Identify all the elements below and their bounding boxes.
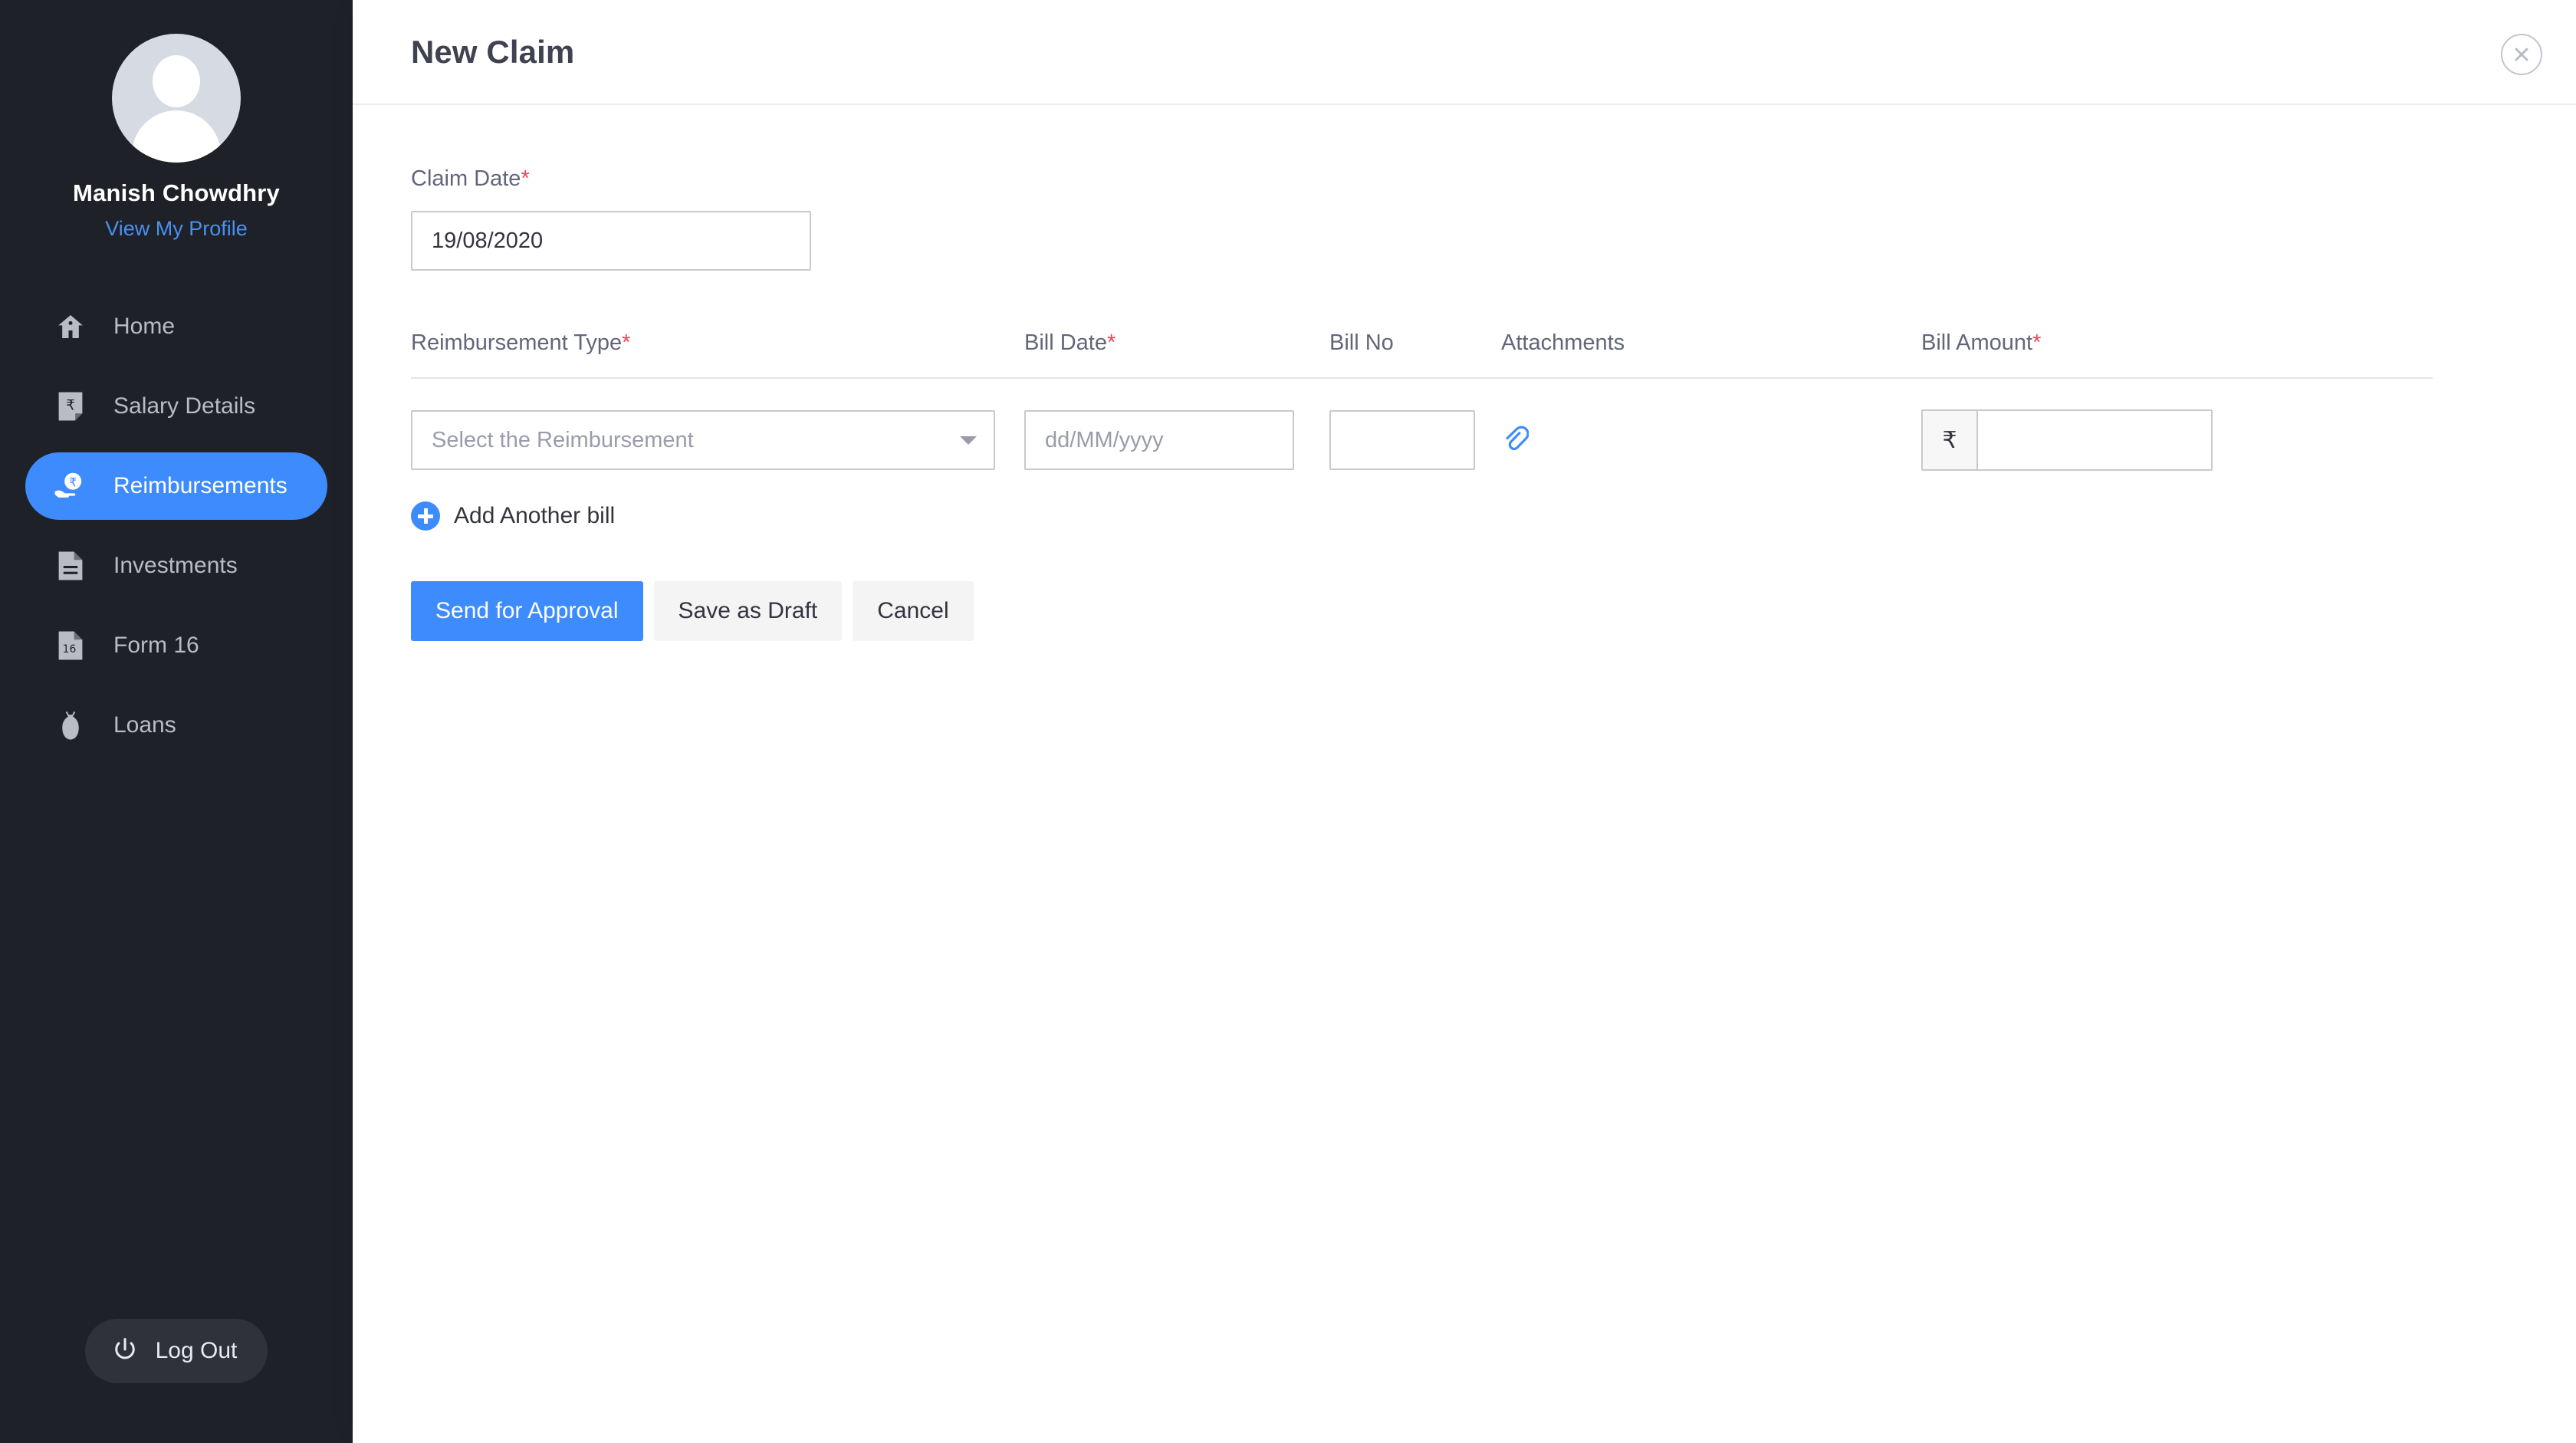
sidebar-item-label: Loans [113,712,176,738]
cell-reimbursement-type: Select the Reimbursement [411,410,1024,470]
cancel-button[interactable]: Cancel [853,581,974,641]
bill-date-placeholder: dd/MM/yyyy [1045,427,1164,452]
cell-bill-date: dd/MM/yyyy [1024,410,1329,470]
claim-date-value: 19/08/2020 [432,228,544,253]
app-root: Manish Chowdhry View My Profile Home ₹ S… [0,0,2576,1443]
column-header-attachments: Attachments [1501,330,1921,356]
rupee-document-icon: ₹ [54,390,87,423]
form-actions: Send for Approval Save as Draft Cancel [411,581,2576,641]
form-body: Claim Date* 19/08/2020 Reimbursement Typ… [353,166,2576,641]
send-for-approval-button[interactable]: Send for Approval [411,581,643,641]
sidebar-item-loans[interactable]: Loans [25,692,327,759]
add-another-bill-label: Add Another bill [454,503,616,528]
sidebar-item-label: Salary Details [113,393,256,419]
plus-circle-icon [411,501,440,531]
bill-table-header: Reimbursement Type* Bill Date* Bill No A… [411,330,2433,379]
sidebar-item-reimbursements[interactable]: ₹ Reimbursements [25,452,327,520]
document-16-icon: 16 [54,629,87,662]
column-header-label: Bill No [1329,330,1394,355]
main-content: New Claim Claim Date* 19/08/2020 Reimbur… [353,0,2576,1443]
view-my-profile-link[interactable]: View My Profile [105,217,248,241]
save-as-draft-button[interactable]: Save as Draft [653,581,843,641]
home-icon [54,310,87,343]
bill-amount-input[interactable] [1978,411,2211,469]
sidebar-item-label: Home [113,314,176,339]
bill-table: Reimbursement Type* Bill Date* Bill No A… [411,330,2433,471]
claim-date-label-text: Claim Date [411,166,521,191]
cell-bill-no [1329,410,1501,470]
avatar-body [132,110,221,163]
column-header-label: Attachments [1501,330,1625,355]
column-header-reimbursement-type: Reimbursement Type* [411,330,1024,356]
hand-rupee-coin-icon: ₹ [54,469,87,503]
sidebar-nav: Home ₹ Salary Details ₹ Reimbursements I… [0,293,353,771]
sidebar-item-form-16[interactable]: 16 Form 16 [25,612,327,679]
chevron-down-icon [960,436,977,445]
bill-date-input[interactable]: dd/MM/yyyy [1024,410,1294,470]
bill-amount-group: ₹ [1921,409,2213,471]
required-marker: * [2032,330,2042,355]
logout-button[interactable]: Log Out [84,1319,268,1383]
reimbursement-type-select[interactable]: Select the Reimbursement [411,410,995,470]
required-marker: * [622,330,631,355]
svg-text:₹: ₹ [66,398,75,414]
required-marker: * [1107,330,1116,355]
column-header-label: Bill Date [1024,330,1107,355]
svg-text:16: 16 [63,643,77,656]
avatar-head [153,55,200,107]
document-lines-icon [54,549,87,583]
sidebar-item-home[interactable]: Home [25,293,327,360]
sidebar: Manish Chowdhry View My Profile Home ₹ S… [0,0,353,1443]
sidebar-item-salary-details[interactable]: ₹ Salary Details [25,373,327,440]
claim-date-input[interactable]: 19/08/2020 [411,211,811,271]
rupee-symbol-icon: ₹ [1923,411,1978,469]
sidebar-item-label: Investments [113,553,238,578]
cell-attachments [1501,421,1921,459]
column-header-bill-date: Bill Date* [1024,330,1329,356]
cell-bill-amount: ₹ [1921,409,2228,471]
reimbursement-type-placeholder: Select the Reimbursement [432,427,694,452]
page-title: New Claim [411,33,575,70]
table-row: Select the Reimbursement dd/MM/yyyy ₹ [411,379,2433,471]
bill-no-input[interactable] [1329,410,1475,470]
paperclip-icon[interactable] [1501,421,1535,459]
money-bag-icon [54,708,87,742]
sidebar-user-name: Manish Chowdhry [73,179,280,206]
close-icon[interactable] [2501,34,2542,75]
sidebar-item-label: Form 16 [113,633,199,658]
logout-container: Log Out [0,1319,353,1383]
column-header-bill-amount: Bill Amount* [1921,330,2228,356]
add-another-bill-button[interactable]: Add Another bill [411,501,615,531]
svg-text:₹: ₹ [69,475,77,490]
avatar [112,34,241,163]
logout-label: Log Out [155,1338,238,1363]
column-header-label: Reimbursement Type [411,330,623,355]
sidebar-item-investments[interactable]: Investments [25,532,327,600]
power-icon [111,1336,139,1367]
column-header-label: Bill Amount [1921,330,2033,355]
page-header: New Claim [353,0,2576,105]
sidebar-item-label: Reimbursements [113,473,288,498]
column-header-bill-no: Bill No [1329,330,1501,356]
required-marker: * [521,166,530,191]
claim-date-label: Claim Date* [411,166,2576,192]
